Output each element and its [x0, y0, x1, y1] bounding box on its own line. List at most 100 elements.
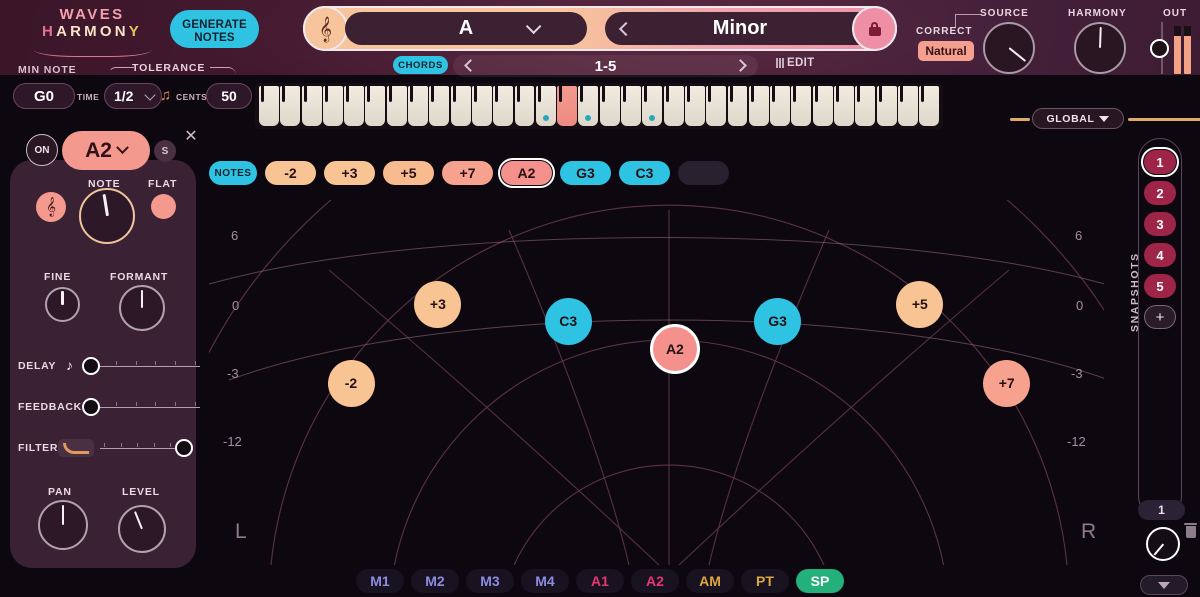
pan-knob[interactable]	[38, 500, 88, 550]
piano-key[interactable]	[578, 86, 599, 126]
piano-key[interactable]	[365, 86, 386, 126]
treble-clef-icon[interactable]: 𝄞	[36, 192, 66, 222]
piano-key[interactable]	[471, 86, 492, 126]
preset-slot-button[interactable]: SP	[796, 569, 844, 593]
key-select[interactable]: A	[345, 12, 587, 45]
piano-key[interactable]	[322, 86, 343, 126]
tolerance-cents-field[interactable]: 50	[206, 83, 252, 109]
radar-voice-node[interactable]: +5	[896, 280, 944, 328]
level-knob[interactable]	[118, 505, 166, 553]
piano-key[interactable]	[663, 86, 684, 126]
edit-button[interactable]: EDIT	[776, 57, 814, 69]
output-fader-handle[interactable]	[1150, 39, 1169, 58]
piano-key[interactable]	[684, 86, 705, 126]
add-voice-slot[interactable]	[678, 161, 729, 185]
fine-knob[interactable]	[45, 287, 80, 322]
delay-slider-handle[interactable]	[82, 357, 100, 375]
preset-slot-button[interactable]: A2	[631, 569, 679, 593]
chord-next-arrow[interactable]	[734, 59, 747, 72]
preset-slot-button[interactable]: M4	[521, 569, 569, 593]
preset-slot-button[interactable]: M3	[466, 569, 514, 593]
pan-level-radar[interactable]: 6 0 -3 -12 6 0 -3 -12 L R -2 +3 C3 A2 G3 +5 +7	[209, 200, 1104, 565]
snapshot-slot[interactable]: 2	[1144, 181, 1176, 205]
piano-key[interactable]	[429, 86, 450, 126]
radar-voice-node[interactable]: C3	[544, 297, 592, 345]
piano-key[interactable]	[897, 86, 918, 126]
source-knob[interactable]	[983, 22, 1035, 74]
radar-voice-node[interactable]: -2	[327, 359, 375, 407]
voice-pill[interactable]: +7	[442, 161, 493, 185]
piano-key[interactable]	[280, 86, 301, 126]
piano-key[interactable]	[535, 86, 556, 126]
min-note-field[interactable]: G0	[13, 83, 75, 109]
chords-tag[interactable]: CHORDS	[393, 56, 448, 74]
lock-icon[interactable]	[852, 6, 897, 51]
flat-toggle[interactable]	[151, 194, 176, 219]
global-scope-select[interactable]: GLOBAL	[1032, 108, 1124, 129]
chord-prev-arrow[interactable]	[464, 59, 477, 72]
close-icon[interactable]: ✕	[183, 129, 199, 145]
formant-knob[interactable]	[119, 285, 165, 331]
treble-clef-icon[interactable]: 𝄞	[303, 6, 348, 51]
snapshot-add-button[interactable]: +	[1144, 305, 1176, 329]
piano-key[interactable]	[621, 86, 641, 126]
correct-mode-button[interactable]: Natural	[918, 41, 974, 61]
radar-voice-node[interactable]: +7	[983, 359, 1031, 407]
piano-key[interactable]	[876, 86, 897, 126]
piano-key[interactable]	[812, 86, 833, 126]
piano-key[interactable]	[259, 86, 279, 126]
piano-key[interactable]	[301, 86, 322, 126]
preset-slot-button[interactable]: PT	[741, 569, 789, 593]
feedback-slider-handle[interactable]	[82, 398, 100, 416]
piano-key[interactable]	[557, 86, 578, 126]
harmony-knob[interactable]	[1074, 22, 1126, 74]
preset-slot-button[interactable]: AM	[686, 569, 734, 593]
snapshot-slot[interactable]: 5	[1144, 274, 1176, 298]
voice-pill[interactable]: C3	[619, 161, 670, 185]
snapshot-slot[interactable]: 4	[1144, 243, 1176, 267]
preset-slot-button[interactable]: M2	[411, 569, 459, 593]
notes-tag[interactable]: NOTES	[209, 161, 257, 185]
piano-key[interactable]	[514, 86, 535, 126]
radar-voice-node[interactable]: +3	[414, 280, 462, 328]
piano-key[interactable]	[642, 86, 663, 126]
filter-curve-icon[interactable]	[58, 439, 94, 457]
piano-keyboard[interactable]	[255, 83, 943, 129]
scale-prev-arrow[interactable]	[618, 21, 634, 36]
piano-key[interactable]	[791, 86, 812, 126]
snapshot-slot[interactable]: 3	[1144, 212, 1176, 236]
radar-voice-node[interactable]: A2	[649, 324, 700, 375]
voice-pill[interactable]: -2	[265, 161, 316, 185]
voice-pill[interactable]: G3	[560, 161, 611, 185]
piano-key[interactable]	[344, 86, 365, 126]
note-knob[interactable]	[79, 188, 135, 244]
chord-progression-select[interactable]: 1-5	[453, 55, 758, 77]
piano-key[interactable]	[727, 86, 748, 126]
piano-key[interactable]	[834, 86, 854, 126]
scale-select[interactable]: Minor	[605, 12, 875, 45]
snapshot-slot[interactable]: 1	[1141, 147, 1179, 177]
filter-slider-handle[interactable]	[175, 439, 193, 457]
preset-slot-button[interactable]: A1	[576, 569, 624, 593]
tolerance-time-select[interactable]: 1/2	[104, 83, 162, 109]
piano-key[interactable]	[493, 86, 514, 126]
voice-pill[interactable]: +3	[324, 161, 375, 185]
voice-pill[interactable]: A2	[498, 158, 555, 188]
generate-notes-button[interactable]: GENERATE NOTES	[170, 10, 259, 48]
voice-solo-button[interactable]: S	[154, 140, 176, 162]
piano-key[interactable]	[748, 86, 769, 126]
preset-slot-button[interactable]: M1	[356, 569, 404, 593]
piano-key[interactable]	[408, 86, 428, 126]
snapshot-current-number[interactable]: 1	[1138, 500, 1185, 520]
piano-key[interactable]	[386, 86, 407, 126]
piano-key[interactable]	[919, 86, 940, 126]
piano-key[interactable]	[706, 86, 727, 126]
voice-on-button[interactable]: ON	[26, 134, 58, 166]
piano-key[interactable]	[770, 86, 791, 126]
voice-pill[interactable]: +5	[383, 161, 434, 185]
piano-key[interactable]	[855, 86, 876, 126]
piano-key[interactable]	[450, 86, 471, 126]
piano-key[interactable]	[599, 86, 620, 126]
trash-icon[interactable]	[1184, 523, 1197, 538]
radar-voice-node[interactable]: G3	[754, 297, 802, 345]
